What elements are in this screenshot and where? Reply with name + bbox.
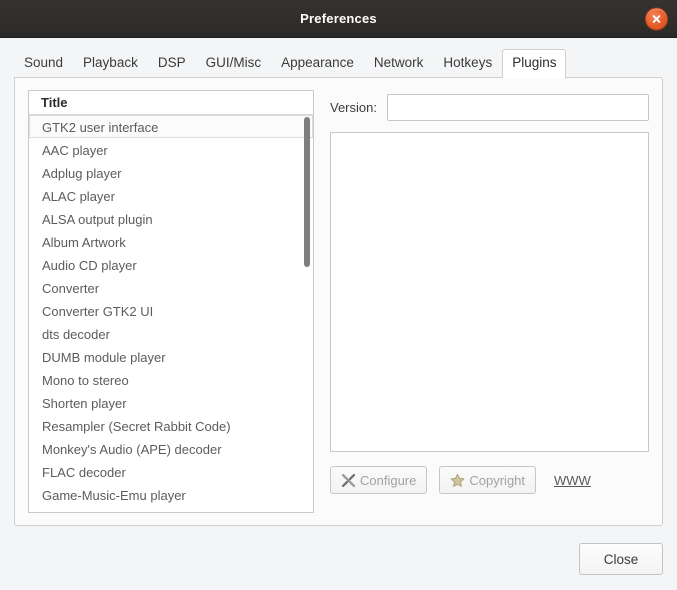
plugin-list-column-header[interactable]: Title (29, 91, 313, 115)
close-icon (651, 13, 662, 24)
tab-network[interactable]: Network (364, 49, 434, 77)
preferences-window: Preferences Sound Playback DSP GUI/Misc … (0, 0, 677, 590)
tab-dsp[interactable]: DSP (148, 49, 196, 77)
list-item[interactable]: Shorten player (29, 391, 313, 414)
plugin-list-scrollbar[interactable] (303, 117, 311, 511)
plugin-list-frame: Title GTK2 user interface AAC player Adp… (28, 90, 314, 513)
tab-hotkeys[interactable]: Hotkeys (433, 49, 502, 77)
plugin-description-box[interactable] (330, 132, 649, 452)
star-icon (450, 473, 465, 488)
copyright-button-label: Copyright (469, 473, 525, 488)
configure-button-label: Configure (360, 473, 416, 488)
tab-playback[interactable]: Playback (73, 49, 148, 77)
tab-gui-misc[interactable]: GUI/Misc (196, 49, 272, 77)
configure-button[interactable]: Configure (330, 466, 427, 494)
list-item[interactable]: GTK2 user interface (29, 115, 313, 138)
list-item[interactable]: Monkey's Audio (APE) decoder (29, 437, 313, 460)
plugin-action-buttons: Configure Copyright WWW (330, 466, 649, 494)
list-item[interactable]: Mono to stereo (29, 368, 313, 391)
dialog-footer: Close (0, 528, 677, 590)
www-link[interactable]: WWW (554, 473, 591, 488)
list-item[interactable]: ALSA output plugin (29, 207, 313, 230)
list-item[interactable]: Converter GTK2 UI (29, 299, 313, 322)
list-item[interactable]: Game-Music-Emu player (29, 483, 313, 506)
plugins-tab-page: Title GTK2 user interface AAC player Adp… (14, 77, 663, 526)
version-input[interactable] (387, 94, 649, 121)
plugins-panel: Title GTK2 user interface AAC player Adp… (15, 78, 662, 525)
list-item[interactable]: Audio CD player (29, 253, 313, 276)
wrench-screwdriver-icon (341, 473, 356, 488)
plugin-details-pane: Version: Configure (330, 90, 649, 513)
tab-sound[interactable]: Sound (14, 49, 73, 77)
close-button[interactable]: Close (579, 543, 663, 575)
plugin-list-body[interactable]: GTK2 user interface AAC player Adplug pl… (29, 115, 313, 513)
tab-appearance[interactable]: Appearance (271, 49, 364, 77)
version-row: Version: (330, 94, 649, 121)
window-title: Preferences (300, 11, 377, 26)
list-item[interactable]: DUMB module player (29, 345, 313, 368)
list-item[interactable]: ALAC player (29, 184, 313, 207)
tab-bar-container: Sound Playback DSP GUI/Misc Appearance N… (0, 38, 677, 77)
plugin-list-scrollbar-thumb[interactable] (304, 117, 310, 267)
tab-plugins[interactable]: Plugins (502, 49, 566, 78)
list-item[interactable]: Album Artwork (29, 230, 313, 253)
version-label: Version: (330, 100, 377, 115)
list-item[interactable]: Adplug player (29, 161, 313, 184)
window-close-button[interactable] (645, 7, 668, 30)
list-item[interactable]: FLAC decoder (29, 460, 313, 483)
title-bar: Preferences (0, 0, 677, 38)
copyright-button[interactable]: Copyright (439, 466, 536, 494)
list-item[interactable]: Converter (29, 276, 313, 299)
list-item[interactable]: Resampler (Secret Rabbit Code) (29, 414, 313, 437)
list-item[interactable]: AAC player (29, 138, 313, 161)
tab-bar: Sound Playback DSP GUI/Misc Appearance N… (14, 49, 663, 77)
list-item-partial[interactable] (29, 506, 313, 513)
list-item[interactable]: dts decoder (29, 322, 313, 345)
